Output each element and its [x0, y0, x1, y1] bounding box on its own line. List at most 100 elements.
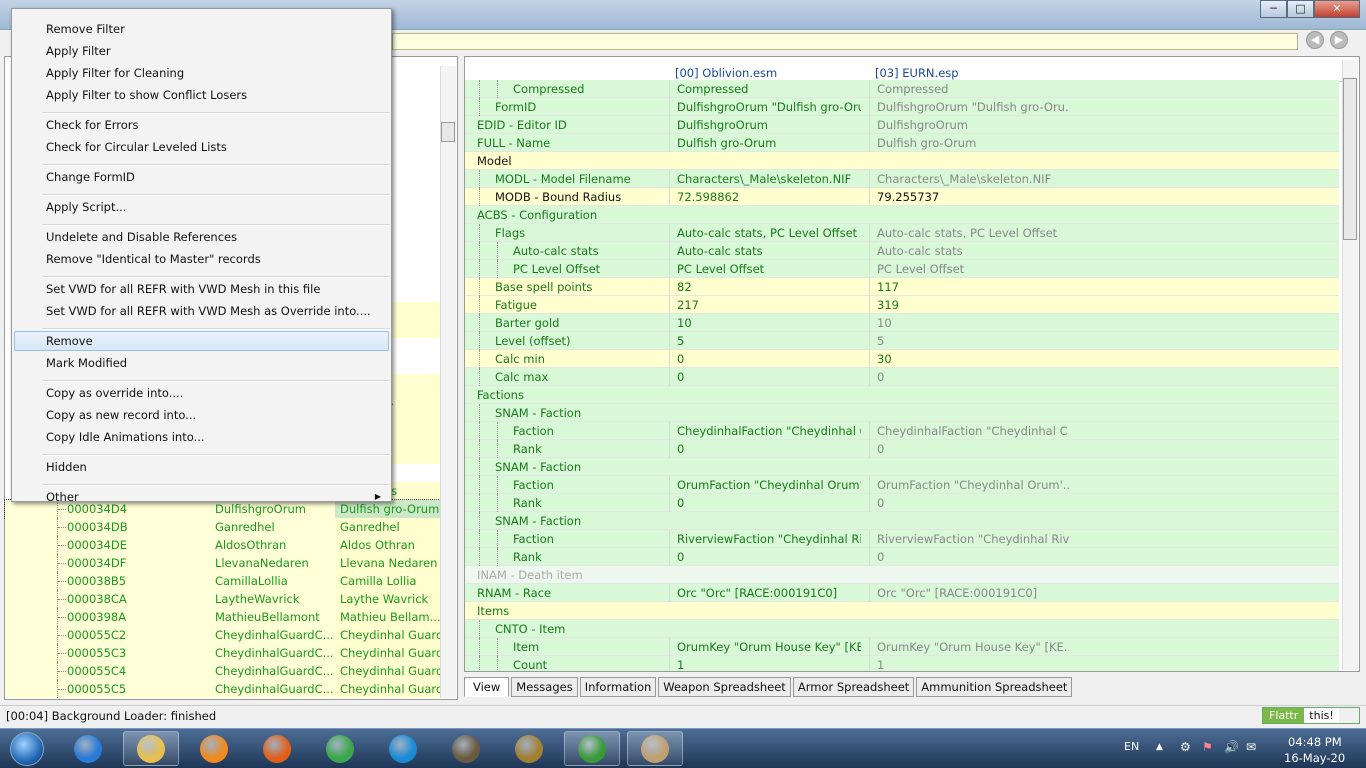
language-indicator[interactable]: EN — [1124, 740, 1139, 753]
tree-row[interactable]: 000055C2 CheydinhalGuardC... Cheydinhal Gu… — [5, 626, 440, 644]
menu-item-other[interactable]: Other ▶ — [14, 487, 389, 507]
alert-icon[interactable]: ⚑ — [1202, 740, 1213, 754]
tab-armor-spreadsheet[interactable]: Armor Spreadsheet — [792, 677, 915, 697]
record-row[interactable]: Faction RiverviewFaction "Cheydinhal Riv.… — [465, 530, 1339, 548]
record-row[interactable]: Level (offset) 5 5 — [465, 332, 1339, 350]
record-row[interactable]: Item OrumKey "Orum House Key" [KE... OrumK… — [465, 638, 1339, 656]
record-view[interactable]: [00] Oblivion.esm [03] EURN.esp Compress… — [464, 56, 1360, 672]
record-row[interactable]: MODB - Bound Radius 72.598862 79.255737 — [465, 188, 1339, 206]
volume-icon[interactable]: 🔊 — [1224, 740, 1239, 754]
menu-item-change-formid[interactable]: Change FormID — [14, 167, 389, 187]
record-row[interactable]: Fatigue 217 319 — [465, 296, 1339, 314]
tree-row[interactable]: 000034DB Ganredhel Ganredhel — [5, 518, 440, 536]
menu-item-mark-modified[interactable]: Mark Modified — [14, 353, 389, 373]
record-row[interactable]: EDID - Editor ID DulfishgroOrum Dulfishgro… — [465, 116, 1339, 134]
menu-item-check-for-errors[interactable]: Check for Errors — [14, 115, 389, 135]
record-row[interactable]: INAM - Death item — [465, 566, 1339, 584]
menu-item-copy-as-override-into[interactable]: Copy as override into.... — [14, 383, 389, 403]
tree-row[interactable]: 000055C3 CheydinhalGuardC... Cheydinhal Gu… — [5, 644, 440, 662]
menu-item-remove[interactable]: Remove — [14, 331, 389, 351]
minimize-button[interactable]: ─ — [1260, 0, 1287, 18]
record-row[interactable]: Count 1 1 — [465, 656, 1339, 671]
record-row[interactable]: Faction OrumFaction "Cheydinhal Orum'... O… — [465, 476, 1339, 494]
record-row[interactable]: Calc min 0 30 — [465, 350, 1339, 368]
menu-item-set-vwd-for-all-refr-with-vwd-mesh-in-this-file[interactable]: Set VWD for all REFR with VWD Mesh in th… — [14, 279, 389, 299]
menu-item-remove-identical-to-master-records[interactable]: Remove "Identical to Master" records — [14, 249, 389, 269]
close-button[interactable]: ✕ — [1314, 0, 1360, 18]
record-row[interactable]: FormID DulfishgroOrum "Dulfish gro-Oru...… — [465, 98, 1339, 116]
record-row[interactable]: Barter gold 10 10 — [465, 314, 1339, 332]
record-row[interactable]: Calc max 0 0 — [465, 368, 1339, 386]
forward-icon[interactable]: ▶ — [1330, 31, 1348, 49]
menu-item-copy-idle-animations-into[interactable]: Copy Idle Animations into... — [14, 427, 389, 447]
record-row[interactable]: Base spell points 82 117 — [465, 278, 1339, 296]
clock-date[interactable]: 16-May-20 — [1284, 751, 1345, 765]
name-cell: Cheydinhal Guard — [335, 626, 440, 644]
filter-input[interactable] — [392, 33, 1298, 50]
taskbar-button[interactable] — [249, 731, 305, 766]
record-row[interactable]: SNAM - Faction — [465, 512, 1339, 530]
tree-row[interactable]: 000038CA LaytheWavrick Laythe Wavrick — [5, 590, 440, 608]
record-row[interactable]: MODL - Model Filename Characters\_Male\sk… — [465, 170, 1339, 188]
record-row[interactable]: Factions — [465, 386, 1339, 404]
menu-item-check-for-circular-leveled-lists[interactable]: Check for Circular Leveled Lists — [14, 137, 389, 157]
clock-time[interactable]: 04:48 PM — [1288, 735, 1342, 749]
menu-item-copy-as-new-record-into[interactable]: Copy as new record into... — [14, 405, 389, 425]
taskbar-button[interactable] — [501, 731, 557, 766]
menu-item-set-vwd-for-all-refr-with-vwd-mesh-as-override-into[interactable]: Set VWD for all REFR with VWD Mesh as Ov… — [14, 301, 389, 321]
record-row[interactable]: FULL - Name Dulfish gro-Orum Dulfish gro-O… — [465, 134, 1339, 152]
record-row[interactable]: Rank 0 0 — [465, 548, 1339, 566]
tab-messages[interactable]: Messages — [511, 677, 578, 697]
network-icon[interactable]: ⚙ — [1180, 740, 1191, 754]
left-scroll-thumb[interactable] — [441, 122, 455, 142]
tab-ammunition-spreadsheet[interactable]: Ammunition Spreadsheet — [916, 677, 1073, 697]
menu-item-apply-filter[interactable]: Apply Filter — [14, 41, 389, 61]
right-scroll-thumb[interactable] — [1343, 78, 1357, 240]
taskbar-button[interactable] — [375, 731, 431, 766]
maximize-button[interactable]: □ — [1287, 0, 1314, 18]
tree-row[interactable]: 000055C4 CheydinhalGuardC... Cheydinhal Gu… — [5, 662, 440, 680]
record-row[interactable]: RNAM - Race Orc "Orc" [RACE:000191C0] Orc … — [465, 584, 1339, 602]
record-row[interactable]: SNAM - Faction — [465, 458, 1339, 476]
record-row[interactable]: Items — [465, 602, 1339, 620]
left-scrollbar[interactable] — [440, 66, 456, 698]
record-row[interactable]: SNAM - Faction — [465, 404, 1339, 422]
record-row[interactable]: Faction CheydinhalFaction "Cheydinhal C..… — [465, 422, 1339, 440]
flattr-button[interactable]: Flattr this! — [1262, 707, 1360, 724]
taskbar-button[interactable] — [627, 731, 683, 766]
tree-row[interactable]: 0000398A MathieuBellamont Mathieu Bellam..… — [5, 608, 440, 626]
tray-expand-icon[interactable]: ▲ — [1156, 742, 1163, 752]
taskbar-button[interactable] — [564, 731, 620, 766]
tree-row[interactable]: 000055C5 CheydinhalGuardC... Cheydinhal Gu… — [5, 680, 440, 698]
tree-row[interactable]: 000034DF LlevanaNedaren Llevana Nedaren — [5, 554, 440, 572]
menu-item-apply-filter-to-show-conflict-losers[interactable]: Apply Filter to show Conflict Losers — [14, 85, 389, 105]
tree-row[interactable]: 000034DE AldosOthran Aldos Othran — [5, 536, 440, 554]
taskbar-button[interactable] — [186, 731, 242, 766]
taskbar-button[interactable] — [123, 731, 179, 766]
menu-item-undelete-and-disable-references[interactable]: Undelete and Disable References — [14, 227, 389, 247]
record-row[interactable]: PC Level Offset PC Level Offset PC Level O… — [465, 260, 1339, 278]
tab-information[interactable]: Information — [579, 677, 657, 697]
taskbar-button[interactable] — [312, 731, 368, 766]
record-row[interactable]: Compressed Compressed Compressed — [465, 80, 1339, 98]
record-row[interactable]: ACBS - Configuration — [465, 206, 1339, 224]
record-row[interactable]: Flags Auto-calc stats, PC Level Offset Aut… — [465, 224, 1339, 242]
tab-view[interactable]: View — [464, 677, 510, 697]
menu-item-apply-script[interactable]: Apply Script... — [14, 197, 389, 217]
menu-item-remove-filter[interactable]: Remove Filter — [14, 19, 389, 39]
record-row[interactable]: CNTO - Item — [465, 620, 1339, 638]
record-row[interactable]: Rank 0 0 — [465, 440, 1339, 458]
plugin-value: OrumFaction "Cheydinhal Orum'... — [869, 476, 1069, 494]
taskbar-button[interactable] — [60, 731, 116, 766]
menu-item-hidden[interactable]: Hidden — [14, 457, 389, 477]
action-center-icon[interactable]: ✉ — [1246, 740, 1256, 754]
taskbar-button[interactable] — [438, 731, 494, 766]
menu-item-apply-filter-for-cleaning[interactable]: Apply Filter for Cleaning — [14, 63, 389, 83]
tab-weapon-spreadsheet[interactable]: Weapon Spreadsheet — [658, 677, 791, 697]
record-row[interactable]: Model — [465, 152, 1339, 170]
record-row[interactable]: Auto-calc stats Auto-calc stats Auto-calc … — [465, 242, 1339, 260]
tree-row[interactable]: 000038B5 CamillaLollia Camilla Lollia — [5, 572, 440, 590]
record-row[interactable]: Rank 0 0 — [465, 494, 1339, 512]
submenu-arrow-icon: ▶ — [374, 492, 381, 501]
back-icon[interactable]: ◀ — [1306, 31, 1324, 49]
